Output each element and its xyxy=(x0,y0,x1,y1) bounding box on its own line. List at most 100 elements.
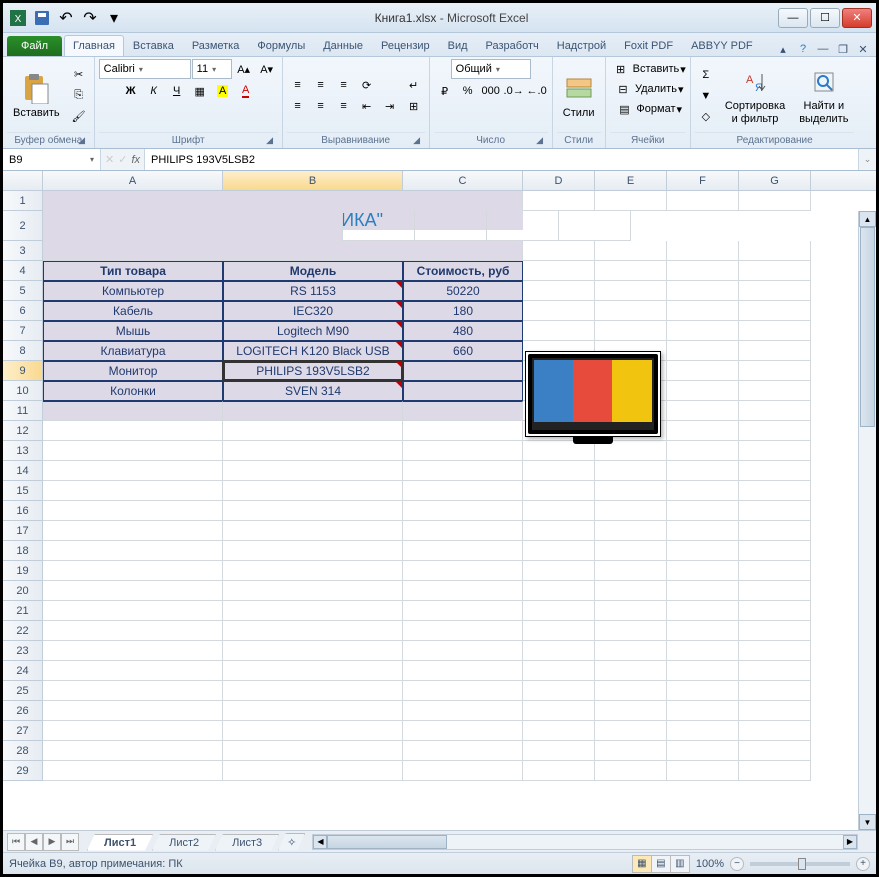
col-header-g[interactable]: G xyxy=(739,171,811,190)
cell[interactable] xyxy=(739,621,811,641)
row-header[interactable]: 16 xyxy=(3,501,43,521)
cell[interactable] xyxy=(667,461,739,481)
cell[interactable] xyxy=(43,721,223,741)
cell[interactable] xyxy=(523,601,595,621)
cell[interactable] xyxy=(595,261,667,281)
row-header[interactable]: 19 xyxy=(3,561,43,581)
doc-close-icon[interactable]: ✕ xyxy=(856,42,870,56)
cell[interactable] xyxy=(523,741,595,761)
row-header[interactable]: 24 xyxy=(3,661,43,681)
cell[interactable] xyxy=(595,191,667,211)
sheet-tab-1[interactable]: Лист1 xyxy=(87,834,153,851)
cell[interactable] xyxy=(739,261,811,281)
autosum-icon[interactable]: Σ xyxy=(695,65,717,85)
row-header[interactable]: 9 xyxy=(3,361,43,381)
hscroll-thumb[interactable] xyxy=(327,835,447,849)
cell[interactable] xyxy=(667,541,739,561)
tab-layout[interactable]: Разметка xyxy=(183,35,249,56)
view-normal-icon[interactable]: ▦ xyxy=(632,855,652,873)
grow-font-icon[interactable]: A▴ xyxy=(233,59,255,79)
cell[interactable] xyxy=(739,301,811,321)
tab-review[interactable]: Рецензир xyxy=(372,35,439,56)
cell[interactable] xyxy=(739,281,811,301)
cell[interactable] xyxy=(403,681,523,701)
cell[interactable] xyxy=(595,721,667,741)
cell[interactable] xyxy=(667,281,739,301)
cell[interactable] xyxy=(223,701,403,721)
cell[interactable] xyxy=(43,401,223,421)
tab-home[interactable]: Главная xyxy=(64,35,124,56)
wrap-text-icon[interactable]: ↵ xyxy=(403,75,425,95)
cell[interactable]: Тип товара xyxy=(43,261,223,281)
col-header-e[interactable]: E xyxy=(595,171,667,190)
sheet-tab-3[interactable]: Лист3 xyxy=(215,834,279,851)
redo-icon[interactable]: ↷ xyxy=(79,7,101,29)
cell[interactable] xyxy=(223,241,403,261)
cell[interactable] xyxy=(739,421,811,441)
cell[interactable] xyxy=(739,741,811,761)
cell[interactable] xyxy=(403,481,523,501)
percent-icon[interactable]: % xyxy=(457,81,479,101)
cell[interactable] xyxy=(667,361,739,381)
cell[interactable] xyxy=(403,701,523,721)
cell[interactable] xyxy=(403,501,523,521)
cell[interactable] xyxy=(559,211,631,241)
cell[interactable] xyxy=(223,681,403,701)
cell[interactable] xyxy=(595,581,667,601)
tab-view[interactable]: Вид xyxy=(439,35,477,56)
cell[interactable] xyxy=(43,601,223,621)
cell[interactable] xyxy=(667,681,739,701)
cell[interactable] xyxy=(223,461,403,481)
indent-dec-icon[interactable]: ⇤ xyxy=(356,96,378,116)
cell[interactable] xyxy=(403,641,523,661)
cell[interactable] xyxy=(43,561,223,581)
inc-decimal-icon[interactable]: .0→ xyxy=(503,81,525,101)
save-icon[interactable] xyxy=(31,7,53,29)
cell[interactable] xyxy=(595,541,667,561)
cell[interactable] xyxy=(415,211,487,241)
col-header-a[interactable]: A xyxy=(43,171,223,190)
font-size-combo[interactable]: 11▾ xyxy=(192,59,232,79)
cell[interactable] xyxy=(739,191,811,211)
fill-color-icon[interactable]: A xyxy=(212,81,234,101)
cell[interactable] xyxy=(739,661,811,681)
cell[interactable]: Модель xyxy=(223,261,403,281)
align-bottom-icon[interactable]: ≡ xyxy=(333,75,355,95)
cell[interactable] xyxy=(595,681,667,701)
cell[interactable] xyxy=(523,301,595,321)
cell[interactable] xyxy=(595,601,667,621)
cell[interactable] xyxy=(739,681,811,701)
row-header[interactable]: 10 xyxy=(3,381,43,401)
cell[interactable] xyxy=(223,621,403,641)
cell[interactable] xyxy=(403,741,523,761)
cell[interactable] xyxy=(403,361,523,381)
select-all-corner[interactable] xyxy=(3,171,43,190)
cell[interactable] xyxy=(43,741,223,761)
cell[interactable] xyxy=(595,241,667,261)
cell[interactable] xyxy=(43,701,223,721)
cell[interactable] xyxy=(667,741,739,761)
font-launcher-icon[interactable]: ◢ xyxy=(264,135,276,147)
format-painter-icon[interactable]: 🖌 xyxy=(68,107,90,127)
sheet-first-icon[interactable]: ⏮ xyxy=(7,833,25,851)
cell[interactable] xyxy=(43,441,223,461)
row-header[interactable]: 11 xyxy=(3,401,43,421)
cell[interactable] xyxy=(739,481,811,501)
cell[interactable] xyxy=(739,561,811,581)
cell[interactable] xyxy=(667,621,739,641)
font-color-icon[interactable]: A xyxy=(235,81,257,101)
cell[interactable] xyxy=(403,661,523,681)
cell[interactable] xyxy=(667,301,739,321)
cancel-formula-icon[interactable]: ✕ xyxy=(105,153,114,166)
cell[interactable] xyxy=(403,521,523,541)
row-header[interactable]: 28 xyxy=(3,741,43,761)
close-button[interactable]: ✕ xyxy=(842,8,872,28)
minimize-button[interactable]: — xyxy=(778,8,808,28)
view-page-layout-icon[interactable]: ▤ xyxy=(651,855,671,873)
border-icon[interactable]: ▦ xyxy=(189,81,211,101)
help-icon[interactable]: ? xyxy=(796,42,810,56)
cell[interactable]: Компьютер xyxy=(43,281,223,301)
zoom-out-icon[interactable]: − xyxy=(730,857,744,871)
row-header[interactable]: 12 xyxy=(3,421,43,441)
cell[interactable] xyxy=(223,501,403,521)
